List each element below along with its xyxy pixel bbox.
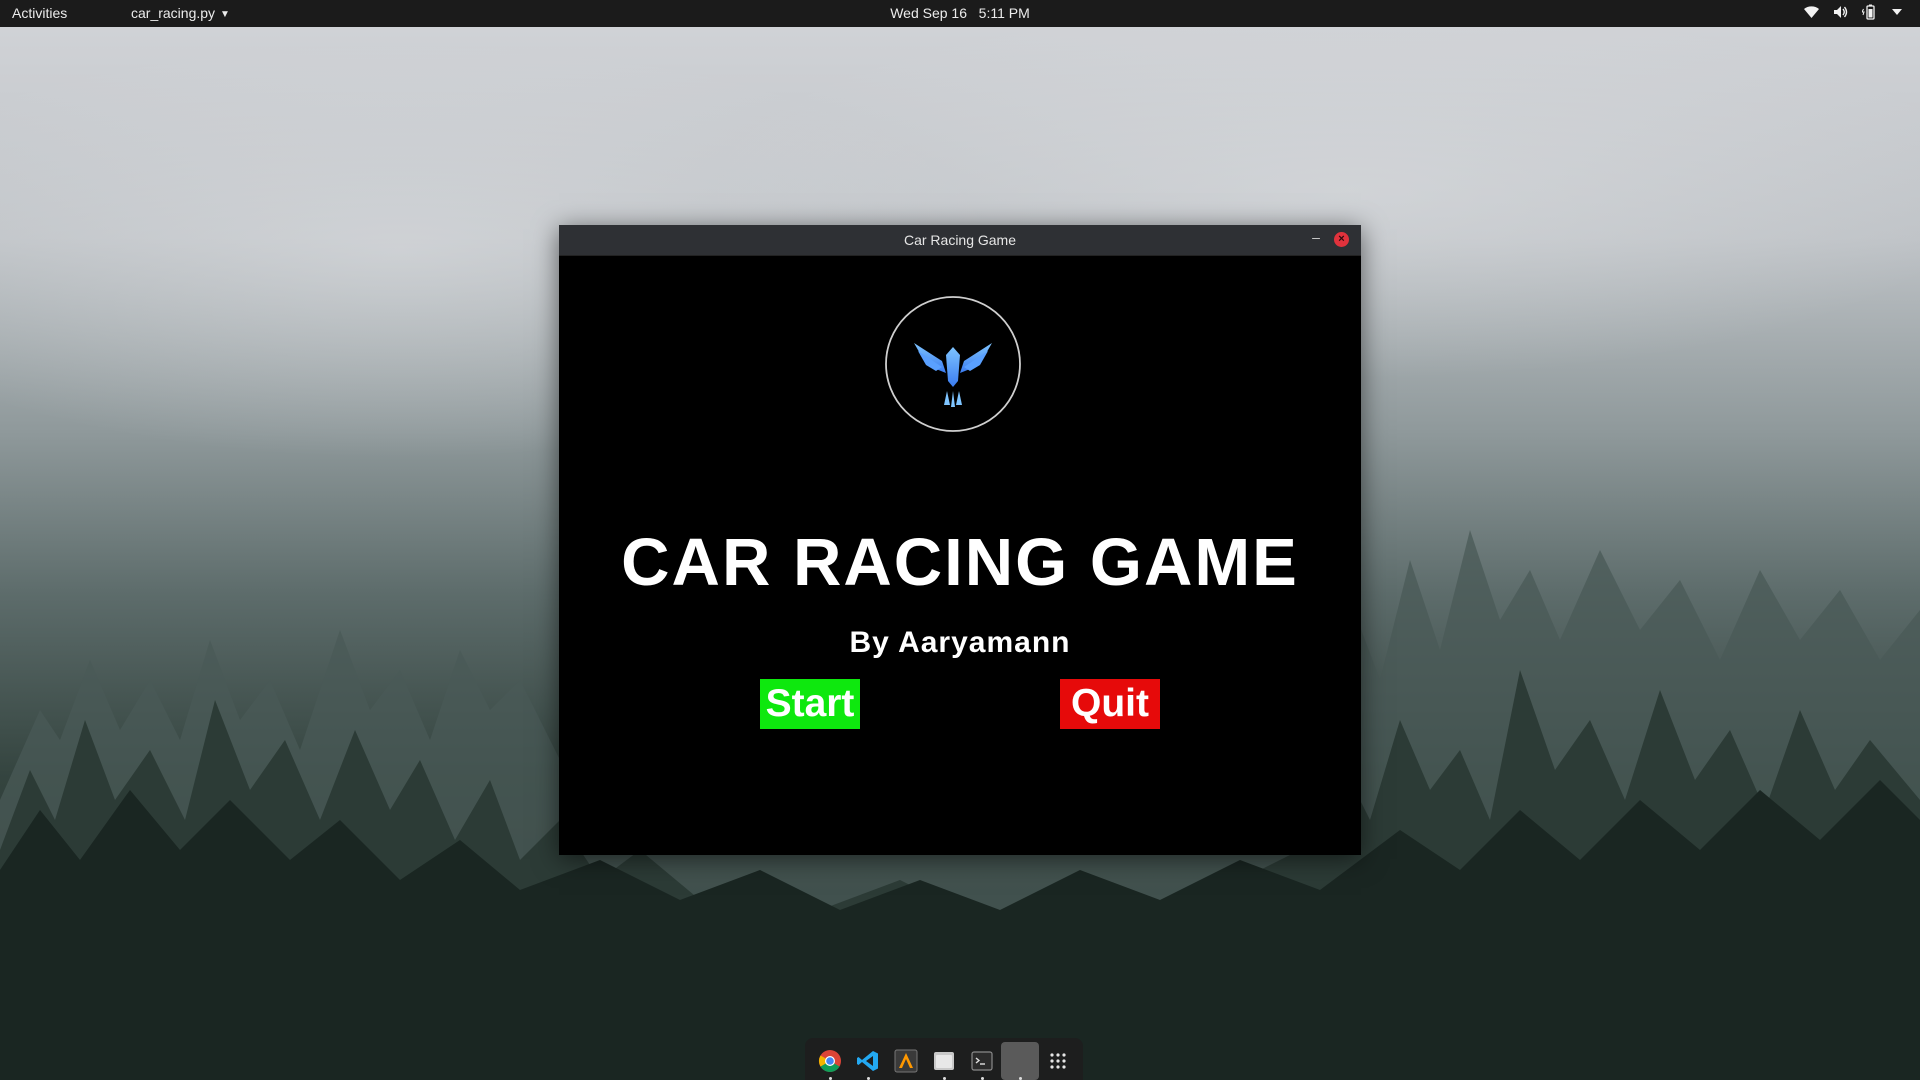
battery-icon bbox=[1862, 4, 1875, 20]
author-byline: By Aaryamann bbox=[849, 626, 1071, 659]
window-titlebar[interactable]: Car Racing Game – × bbox=[559, 225, 1361, 256]
sublime-icon bbox=[894, 1049, 918, 1073]
clock: Wed Sep 16 5:11 PM bbox=[0, 5, 1920, 21]
wifi-icon bbox=[1804, 5, 1819, 18]
vscode-icon bbox=[857, 1051, 878, 1071]
clock-time: 5:11 PM bbox=[978, 5, 1030, 21]
app-menu-label: car_racing.py bbox=[131, 5, 216, 21]
dock-item-sublime[interactable] bbox=[887, 1042, 925, 1080]
minimize-button[interactable]: – bbox=[1306, 227, 1326, 247]
game-title: CAR RACING GAME bbox=[621, 525, 1299, 600]
game-window: Car Racing Game – × CAR RACING GAME By A… bbox=[559, 225, 1361, 855]
chrome-icon bbox=[819, 1050, 841, 1072]
dock-item-terminal[interactable] bbox=[963, 1042, 1001, 1080]
app-menu-button[interactable]: car_racing.py ▼ bbox=[131, 5, 230, 21]
start-button[interactable]: Start bbox=[760, 679, 860, 729]
files-icon bbox=[934, 1052, 954, 1070]
dock-item-python-window[interactable] bbox=[1001, 1042, 1039, 1080]
menu-caret-icon bbox=[1892, 9, 1902, 15]
clock-button[interactable]: Wed Sep 16 5:11 PM bbox=[890, 5, 1030, 21]
terminal-icon bbox=[971, 1051, 993, 1071]
top-bar: Activities car_racing.py ▼ Wed Sep 16 5:1… bbox=[0, 0, 1920, 27]
app-grid-icon bbox=[1050, 1053, 1066, 1069]
window-title: Car Racing Game bbox=[903, 232, 1017, 248]
dock bbox=[805, 1038, 1083, 1080]
eagle-logo-icon bbox=[885, 296, 1021, 432]
dock-item-vscode[interactable] bbox=[849, 1042, 887, 1080]
python-window-icon bbox=[1010, 1051, 1030, 1071]
chevron-down-icon: ▼ bbox=[220, 9, 230, 20]
dock-item-app-grid[interactable] bbox=[1039, 1042, 1077, 1080]
activities-button[interactable]: Activities bbox=[12, 5, 67, 21]
game-canvas[interactable]: CAR RACING GAME By Aaryamann Start Quit bbox=[559, 256, 1361, 855]
volume-icon bbox=[1834, 6, 1848, 18]
dock-item-files[interactable] bbox=[925, 1042, 963, 1080]
dock-item-chrome[interactable] bbox=[811, 1042, 849, 1080]
system-tray[interactable] bbox=[1804, 4, 1902, 20]
clock-date: Wed Sep 16 bbox=[890, 5, 967, 21]
quit-button[interactable]: Quit bbox=[1060, 679, 1160, 729]
close-button[interactable]: × bbox=[1334, 232, 1349, 247]
